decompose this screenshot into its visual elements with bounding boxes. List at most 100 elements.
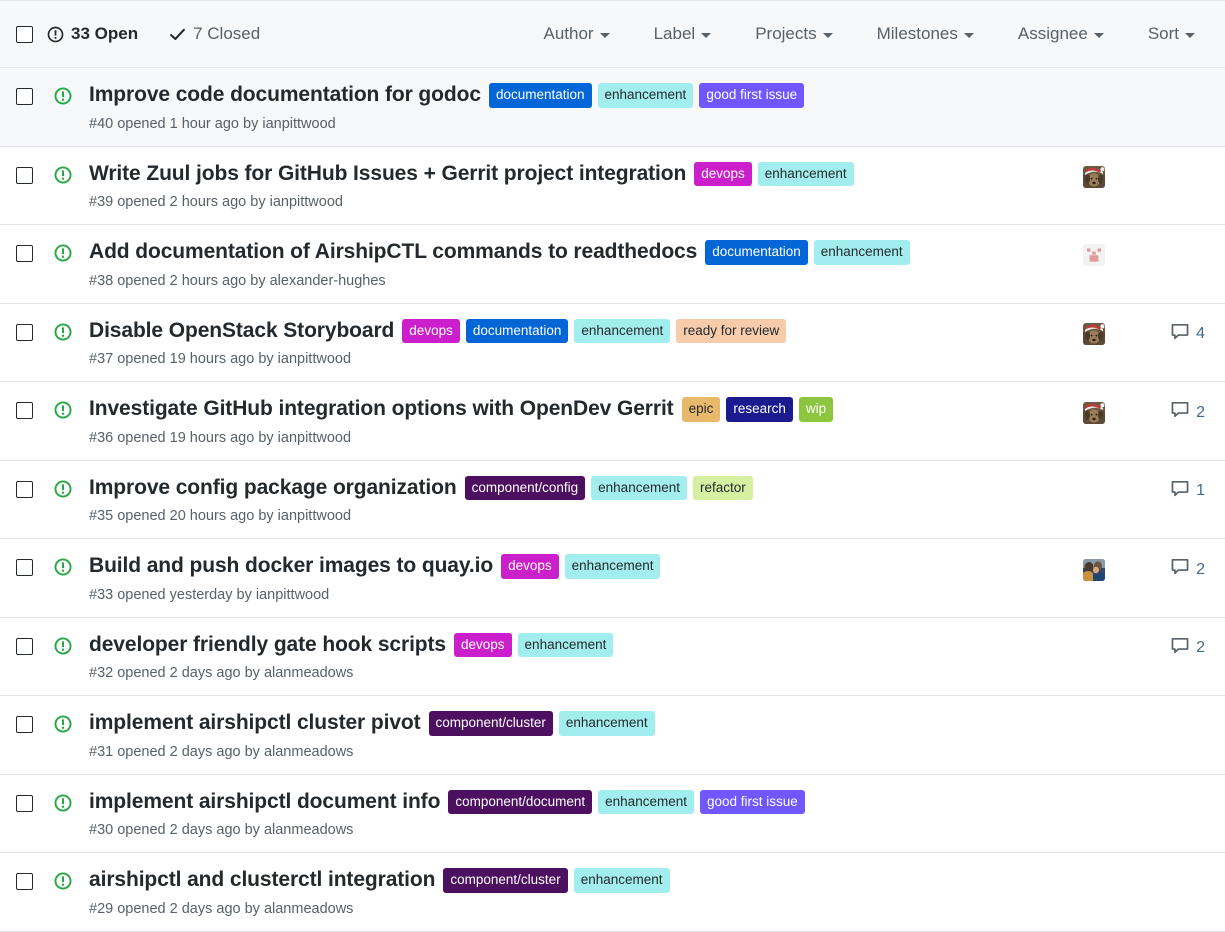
filter-milestones[interactable]: Milestones (867, 24, 984, 44)
issues-list-header: 33 Open 7 Closed Author Label Projects M… (0, 1, 1225, 68)
issue-row-checkbox[interactable] (16, 245, 33, 262)
issue-row-checkbox[interactable] (16, 402, 33, 419)
issue-row-checkbox[interactable] (16, 166, 33, 184)
issue-label[interactable]: research (726, 397, 793, 422)
issue-label[interactable]: component/cluster (428, 711, 553, 736)
issue-row-checkbox[interactable] (16, 88, 33, 105)
issue-title-link[interactable]: implement airshipctl cluster pivot (89, 711, 421, 735)
issue-title-line: developer friendly gate hook scripts dev… (89, 632, 1071, 657)
issue-label[interactable]: wip (798, 397, 834, 422)
issue-label[interactable]: component/cluster (443, 868, 568, 893)
issue-title-link[interactable]: Improve code documentation for godoc (89, 83, 481, 107)
issue-row-right (1071, 165, 1205, 188)
comment-icon (1171, 558, 1189, 581)
issue-meta: #35 opened 20 hours ago by ianpittwood (89, 508, 352, 524)
select-all-checkbox[interactable] (16, 25, 33, 43)
filter-label[interactable]: Label (644, 24, 722, 44)
issue-row-checkbox[interactable] (16, 873, 33, 890)
issue-title-link[interactable]: Disable OpenStack Storyboard (89, 319, 394, 343)
issue-label[interactable]: good first issue (699, 83, 805, 108)
issue-title-link[interactable]: implement airshipctl document info (89, 790, 440, 814)
closed-issues-filter[interactable]: 7 Closed (169, 24, 260, 44)
avatar[interactable] (1083, 401, 1105, 424)
issue-label[interactable]: documentation (465, 318, 569, 343)
avatar[interactable] (1083, 165, 1105, 188)
issue-row-checkbox[interactable] (16, 794, 33, 812)
issue-row[interactable]: Improve config package organization comp… (0, 460, 1225, 539)
issue-label[interactable]: good first issue (699, 789, 805, 814)
issue-label[interactable]: epic (681, 397, 721, 422)
avatar[interactable] (1083, 244, 1105, 266)
issue-title-link[interactable]: developer friendly gate hook scripts (89, 633, 446, 657)
open-issues-filter[interactable]: 33 Open (47, 24, 138, 44)
issue-row[interactable]: Add documentation of AirshipCTL commands… (0, 225, 1225, 304)
issue-row-checkbox[interactable] (16, 716, 33, 733)
issue-row-checkbox[interactable] (16, 637, 33, 655)
issue-label[interactable]: enhancement (813, 240, 910, 265)
issue-title-link[interactable]: Improve config package organization (89, 476, 457, 500)
issue-title-line: Disable OpenStack Storyboard devops docum… (89, 318, 1071, 343)
filter-assignee[interactable]: Assignee (1008, 24, 1114, 44)
issue-row-checkbox[interactable] (16, 480, 33, 498)
issue-label[interactable]: enhancement (564, 554, 661, 579)
issue-row[interactable]: Improve code documentation for godoc doc… (0, 68, 1225, 147)
issue-label[interactable]: enhancement (591, 475, 687, 500)
issue-row[interactable]: Build and push docker images to quay.io … (0, 539, 1225, 618)
issue-title-link[interactable]: Build and push docker images to quay.io (89, 554, 493, 578)
issue-row-checkbox-wrap (16, 402, 33, 419)
issue-opened-icon (54, 244, 72, 267)
issue-row-checkbox[interactable] (16, 559, 33, 576)
issue-row[interactable]: implement airshipctl cluster pivot compo… (0, 696, 1225, 775)
issue-opened-icon (54, 323, 72, 346)
issue-row-checkbox[interactable] (16, 323, 33, 341)
issue-label[interactable]: enhancement (597, 83, 694, 108)
avatar[interactable] (1083, 558, 1105, 581)
issue-label[interactable]: ready for review (676, 318, 787, 343)
issue-row[interactable]: airshipctl and clusterctl integration co… (0, 853, 1225, 932)
issue-label[interactable]: documentation (488, 83, 592, 108)
issue-row[interactable]: Disable OpenStack Storyboard devops docum… (0, 303, 1225, 382)
issue-label[interactable]: enhancement (517, 632, 614, 657)
issue-row[interactable]: Investigate GitHub integration options w… (0, 382, 1225, 461)
filter-projects[interactable]: Projects (745, 24, 842, 44)
comment-count-link[interactable]: 4 (1171, 323, 1205, 346)
avatar[interactable] (1083, 323, 1105, 345)
issue-label[interactable]: component/config (464, 475, 586, 500)
issue-row[interactable]: implement airshipctl document info compo… (0, 774, 1225, 853)
issue-label[interactable]: devops (402, 318, 460, 343)
issue-row[interactable]: Write Zuul jobs for GitHub Issues + Gerr… (0, 146, 1225, 225)
issue-row-checkbox-wrap (16, 323, 33, 341)
comment-count-link[interactable]: 2 (1171, 401, 1205, 424)
issue-label[interactable]: devops (501, 554, 559, 579)
comment-count-link[interactable]: 1 (1171, 480, 1205, 503)
issue-label[interactable]: documentation (705, 240, 808, 265)
issue-title-link[interactable]: Write Zuul jobs for GitHub Issues + Gerr… (89, 162, 686, 186)
filter-bar: Author Label Projects Milestones Assigne… (533, 24, 1205, 44)
filter-sort[interactable]: Sort (1138, 24, 1205, 44)
issue-label[interactable]: devops (454, 632, 512, 657)
issue-row[interactable]: developer friendly gate hook scripts dev… (0, 617, 1225, 696)
assignee-avatar-slot (1083, 323, 1131, 345)
issue-label[interactable]: enhancement (558, 711, 655, 736)
open-count-label: 33 Open (71, 24, 139, 43)
issue-row-checkbox-wrap (16, 794, 33, 812)
issue-label[interactable]: enhancement (598, 789, 694, 814)
issue-labels: devops enhancement (694, 161, 854, 186)
issue-labels: epic research wip (681, 397, 834, 422)
issue-title-link[interactable]: Add documentation of AirshipCTL commands… (89, 240, 697, 264)
issue-title-link[interactable]: Investigate GitHub integration options w… (89, 397, 674, 421)
comment-count-link[interactable]: 2 (1171, 637, 1205, 660)
issue-label[interactable]: enhancement (757, 161, 854, 186)
issue-label[interactable]: enhancement (574, 318, 671, 343)
issue-row-body: developer friendly gate hook scripts dev… (89, 632, 1071, 681)
comment-count-link[interactable]: 2 (1171, 558, 1205, 581)
issue-row-body: Improve config package organization comp… (89, 475, 1071, 524)
issue-label[interactable]: devops (694, 161, 752, 186)
issue-title-line: Improve code documentation for godoc doc… (89, 83, 1071, 108)
filter-author[interactable]: Author (533, 24, 619, 44)
issue-title-link[interactable]: airshipctl and clusterctl integration (89, 868, 435, 892)
issue-label[interactable]: component/document (448, 789, 593, 814)
issue-label[interactable]: enhancement (573, 868, 670, 893)
issue-label[interactable]: refactor (692, 475, 753, 500)
issue-row-body: Disable OpenStack Storyboard devops docum… (89, 318, 1071, 367)
